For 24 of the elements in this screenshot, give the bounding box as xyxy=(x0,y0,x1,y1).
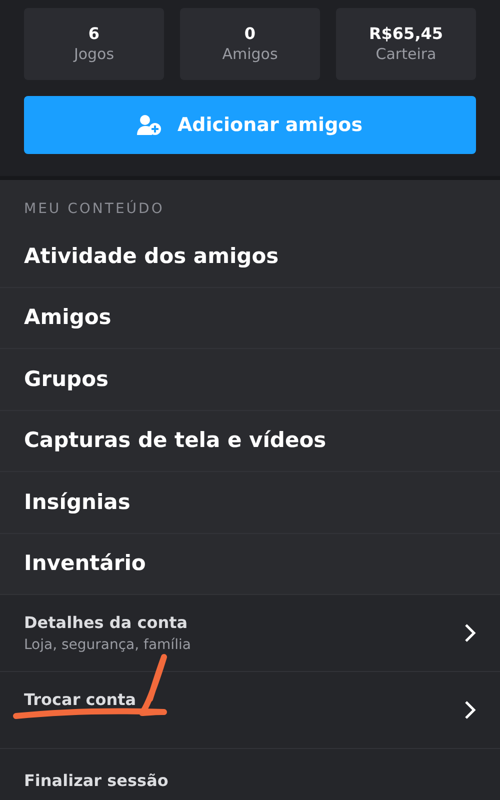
item-title: Trocar conta xyxy=(24,689,136,711)
account-menu-item[interactable]: Detalhes da conta Loja, segurança, família xyxy=(0,595,500,672)
stat-value: 6 xyxy=(88,24,100,44)
account-menu-item[interactable]: Trocar conta xyxy=(0,672,500,749)
stat-card[interactable]: 6 Jogos xyxy=(24,8,164,80)
item-subtitle: Loja, segurança, família xyxy=(24,636,191,655)
stat-value: 0 xyxy=(244,24,256,44)
menu-item[interactable]: Capturas de tela e vídeos xyxy=(0,410,500,472)
menu-item[interactable]: Amigos xyxy=(0,288,500,349)
stat-label: Carteira xyxy=(376,44,436,64)
add-user-icon xyxy=(137,114,162,136)
item-title: Detalhes da conta xyxy=(24,612,189,634)
chevron-right-icon xyxy=(464,700,476,720)
menu-item[interactable]: Atividade dos amigos xyxy=(0,226,500,288)
menu-item[interactable]: Grupos xyxy=(0,349,500,410)
stat-card[interactable]: R$65,45 Carteira xyxy=(336,8,476,80)
chevron-right-icon xyxy=(464,623,476,643)
section-header: MEU CONTEÚDO xyxy=(24,201,164,217)
menu-item[interactable]: Insígnias xyxy=(0,472,500,534)
stat-label: Jogos xyxy=(74,44,114,64)
stat-card[interactable]: 0 Amigos xyxy=(180,8,320,80)
stat-label: Amigos xyxy=(222,44,278,64)
stat-value: R$65,45 xyxy=(368,24,444,44)
sign-out-item[interactable]: Finalizar sessão xyxy=(0,749,500,800)
